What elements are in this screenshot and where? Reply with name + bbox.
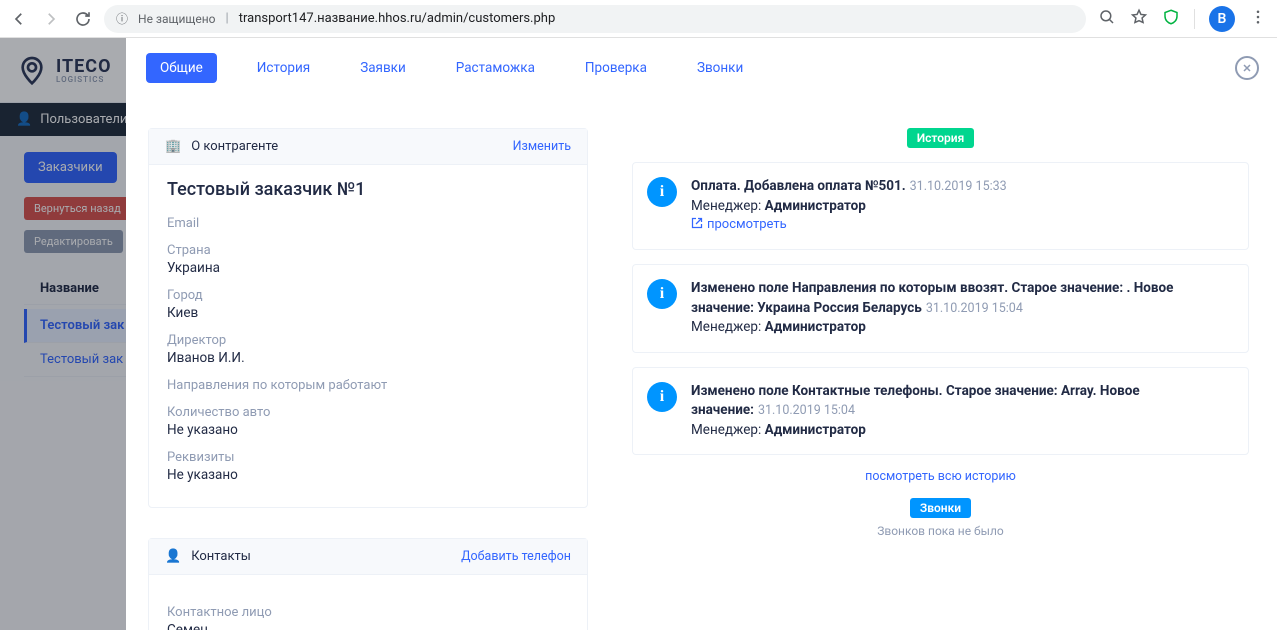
browser-forward-icon[interactable] xyxy=(42,10,60,28)
tab-history[interactable]: История xyxy=(247,54,320,82)
tab-customs[interactable]: Растаможка xyxy=(446,54,545,82)
history-item: i Изменено поле Направления по которым в… xyxy=(632,264,1249,353)
city-label: Город xyxy=(167,288,569,303)
customer-modal: Общие История Заявки Растаможка Проверка… xyxy=(126,38,1277,630)
add-phone-link[interactable]: Добавить телефон xyxy=(461,549,571,564)
cars-value: Не указано xyxy=(167,422,569,438)
contacts-card: 👤 Контакты Добавить телефон Контактное л… xyxy=(148,538,588,630)
history-item: i Оплата. Добавлена оплата №501.31.10.20… xyxy=(632,162,1249,250)
zoom-icon[interactable] xyxy=(1098,8,1116,30)
url-bar[interactable]: ⓘ Не защищено | transport147.название.hh… xyxy=(104,5,1086,33)
info-icon: ⓘ xyxy=(116,10,128,27)
contact-person-label: Контактное лицо xyxy=(167,605,569,620)
shield-icon[interactable] xyxy=(1162,8,1180,30)
req-value: Не указано xyxy=(167,467,569,483)
contact-person-value: Семен xyxy=(167,622,569,630)
edit-link[interactable]: Изменить xyxy=(513,139,571,154)
profile-avatar[interactable]: В xyxy=(1209,6,1235,32)
req-label: Реквизиты xyxy=(167,450,569,465)
view-link[interactable]: просмотреть xyxy=(691,216,1007,235)
history-badge: История xyxy=(907,128,975,148)
tab-calls[interactable]: Звонки xyxy=(687,54,753,82)
see-all-history-link[interactable]: посмотреть всю историю xyxy=(632,469,1249,484)
close-icon[interactable] xyxy=(1235,56,1259,80)
browser-reload-icon[interactable] xyxy=(74,10,92,28)
tab-check[interactable]: Проверка xyxy=(575,54,657,82)
cars-label: Количество авто xyxy=(167,405,569,420)
calls-badge: Звонки xyxy=(910,498,971,518)
info-icon: i xyxy=(647,382,677,412)
email-label: Email xyxy=(167,216,569,231)
tab-requests[interactable]: Заявки xyxy=(350,54,416,82)
contact-icon: 👤 xyxy=(165,549,181,564)
no-calls-text: Звонков пока не было xyxy=(632,524,1249,538)
director-label: Директор xyxy=(167,333,569,348)
contacts-header: Контакты xyxy=(191,549,251,564)
country-label: Страна xyxy=(167,243,569,258)
menu-dots-icon[interactable] xyxy=(1249,8,1267,30)
url-text: transport147.название.hhos.ru/admin/cust… xyxy=(239,11,556,26)
city-value: Киев xyxy=(167,305,569,321)
director-value: Иванов И.И. xyxy=(167,350,569,366)
history-item: i Изменено поле Контактные телефоны. Ста… xyxy=(632,367,1249,456)
building-icon: 🏢 xyxy=(165,139,181,154)
star-icon[interactable] xyxy=(1130,8,1148,30)
modal-tabs: Общие История Заявки Растаможка Проверка… xyxy=(126,38,1277,98)
browser-back-icon[interactable] xyxy=(10,10,28,28)
tab-common[interactable]: Общие xyxy=(146,53,217,83)
info-icon: i xyxy=(647,279,677,309)
about-card: 🏢 О контрагенте Изменить Тестовый заказч… xyxy=(148,128,588,508)
about-header: О контрагенте xyxy=(191,139,278,154)
country-value: Украина xyxy=(167,260,569,276)
customer-title: Тестовый заказчик №1 xyxy=(167,179,569,200)
not-secure-label: Не защищено xyxy=(138,12,216,26)
directions-label: Направления по которым работают xyxy=(167,378,569,393)
info-icon: i xyxy=(647,177,677,207)
